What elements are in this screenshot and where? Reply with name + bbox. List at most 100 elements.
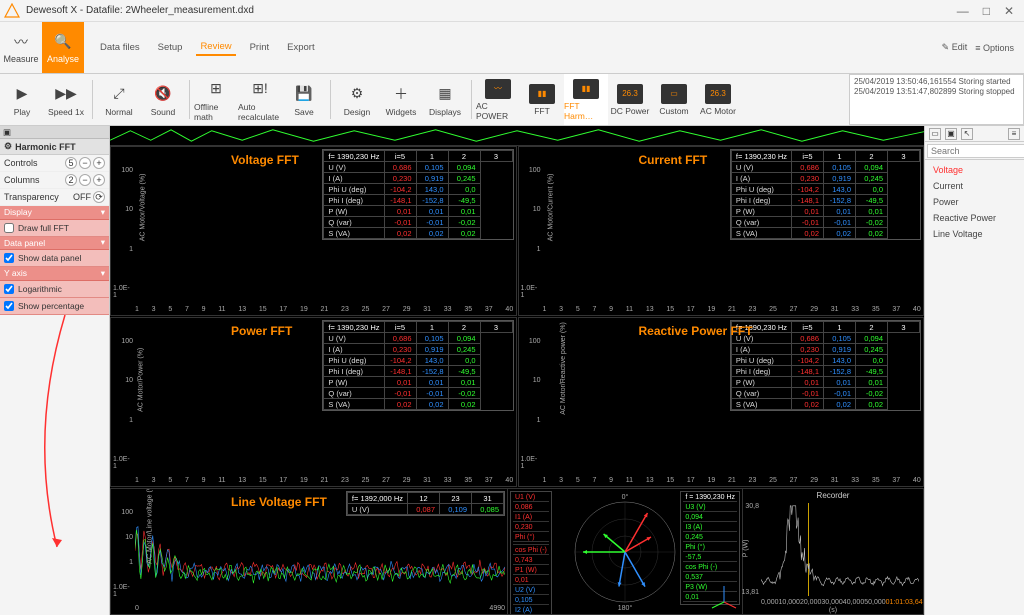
custom-label: Custom bbox=[659, 106, 688, 116]
line-voltage-fft-chart[interactable]: Line Voltage FFTf= 1392,000 Hz122331U (V… bbox=[111, 489, 508, 614]
normal-button[interactable]: ⤢Normal bbox=[97, 74, 141, 125]
design-button[interactable]: ⚙Design bbox=[335, 74, 379, 125]
widgets-label: Widgets bbox=[386, 107, 417, 117]
logarithmic-checkbox[interactable] bbox=[4, 284, 14, 294]
controls-minus[interactable]: − bbox=[79, 157, 91, 169]
save-button[interactable]: 💾 Save bbox=[282, 74, 326, 125]
show-datapanel-label: Show data panel bbox=[18, 253, 81, 263]
datapanel-section-header[interactable]: Data panel▾ bbox=[0, 237, 109, 250]
options-link[interactable]: ≡ Options bbox=[975, 43, 1014, 53]
recorder-chart[interactable]: Recorder0,00010,00020,00030,00040,00050,… bbox=[743, 489, 923, 614]
titlebar: Dewesoft X - Datafile: 2Wheeler_measurem… bbox=[0, 0, 1024, 22]
left-tab[interactable]: ▣ bbox=[0, 126, 109, 139]
draw-full-fft-checkbox[interactable] bbox=[4, 223, 14, 233]
x-axis: 04990 bbox=[135, 605, 505, 612]
bottom-row: Line Voltage FFTf= 1392,000 Hz122331U (V… bbox=[110, 488, 924, 615]
data-table: f= 1390,230 Hzi=5123U (V)0,6860,1050,094… bbox=[730, 320, 921, 411]
rtab-menu[interactable]: ≡ bbox=[1008, 128, 1020, 140]
logarithmic-row[interactable]: Logarithmic bbox=[0, 281, 109, 298]
widgets-button[interactable]: ＋Widgets bbox=[379, 74, 423, 125]
vector-left-table: U1 (V)0,086I1 (A)0,230Phi (°)cos Phi (-)… bbox=[510, 491, 552, 615]
voltage-fft-chart[interactable]: Voltage FFTf= 1390,230 Hzi=5123U (V)0,68… bbox=[110, 146, 517, 316]
data-table: f= 1390,230 Hzi=5123U (V)0,6860,1050,094… bbox=[730, 149, 921, 240]
fftharm-button[interactable]: ▮▮FFT Harm… bbox=[564, 74, 608, 125]
timeline[interactable] bbox=[110, 126, 924, 146]
show-percentage-row[interactable]: Show percentage bbox=[0, 298, 109, 315]
svg-text:180°: 180° bbox=[618, 604, 633, 612]
play-label: Play bbox=[14, 107, 31, 117]
recalc-button[interactable]: ⊞!Auto recalculate bbox=[238, 74, 282, 125]
rtab-1[interactable]: ▭ bbox=[929, 128, 941, 140]
recorder-xaxis: 0,00010,00020,00030,00040,00050,00001:01… bbox=[761, 599, 919, 606]
rtab-3[interactable]: ↖ bbox=[961, 128, 973, 140]
window-maximize[interactable]: □ bbox=[983, 4, 990, 18]
current-fft-chart[interactable]: Current FFTf= 1390,230 Hzi=5123U (V)0,68… bbox=[518, 146, 925, 316]
displays-button[interactable]: ▦Displays bbox=[423, 74, 467, 125]
y-axis: 1001011.0E-1 bbox=[521, 167, 541, 299]
y-label: AC Motor/Current (%) bbox=[547, 174, 554, 242]
sound-button[interactable]: 🔇Sound bbox=[141, 74, 185, 125]
menu-print[interactable]: Print bbox=[246, 40, 274, 55]
show-datapanel-checkbox[interactable] bbox=[4, 253, 14, 263]
save-icon: 💾 bbox=[293, 83, 315, 105]
dcpower-button[interactable]: 26.3DC Power bbox=[608, 74, 652, 125]
chart-title: Reactive Power FFT bbox=[639, 324, 753, 338]
controls-row: Controls 5−+ bbox=[0, 155, 109, 172]
data-table: f= 1392,000 Hz122331U (V)0,0870,1090,085 bbox=[346, 491, 505, 516]
columns-minus[interactable]: − bbox=[79, 174, 91, 186]
analyse-tab[interactable]: 🔍 Analyse bbox=[42, 22, 84, 73]
menu-export[interactable]: Export bbox=[283, 40, 318, 55]
fft-label: FFT bbox=[534, 106, 550, 116]
columns-plus[interactable]: + bbox=[93, 174, 105, 186]
display-section-header[interactable]: Display▾ bbox=[0, 206, 109, 219]
speed-button[interactable]: ▶▶Speed 1x bbox=[44, 74, 88, 125]
channel-reactive-power[interactable]: Reactive Power bbox=[927, 210, 1022, 226]
sound-label: Sound bbox=[151, 107, 176, 117]
acmotor-button[interactable]: 26.3AC Motor bbox=[696, 74, 740, 125]
channel-current[interactable]: Current bbox=[927, 178, 1022, 194]
reactive-fft-chart[interactable]: Reactive Power FFTf= 1390,230 Hzi=5123U … bbox=[518, 317, 925, 487]
yaxis-section-header[interactable]: Y axis▾ bbox=[0, 267, 109, 280]
menu-review[interactable]: Review bbox=[196, 39, 235, 56]
fft-icon: ▮▮ bbox=[529, 84, 555, 104]
log-message: 25/04/2019 13:51:47,802899 Storing stopp… bbox=[854, 87, 1019, 96]
logarithmic-label: Logarithmic bbox=[18, 284, 62, 294]
window-close[interactable]: ✕ bbox=[1004, 4, 1014, 18]
channel-power[interactable]: Power bbox=[927, 194, 1022, 210]
acmotor-label: AC Motor bbox=[700, 106, 736, 116]
save-label: Save bbox=[294, 107, 313, 117]
channel-voltage[interactable]: Voltage bbox=[927, 162, 1022, 178]
axes-3d-icon bbox=[710, 582, 738, 610]
controls-label: Controls bbox=[4, 158, 38, 168]
offline-button[interactable]: ⊞Offline math bbox=[194, 74, 238, 125]
channel-line-voltage[interactable]: Line Voltage bbox=[927, 226, 1022, 242]
acpower-button[interactable]: 〰AC POWER bbox=[476, 74, 520, 125]
window-minimize[interactable]: — bbox=[957, 4, 969, 18]
play-button[interactable]: ▶Play bbox=[0, 74, 44, 125]
search-input[interactable] bbox=[927, 144, 1024, 158]
measure-tab[interactable]: 〰 Measure bbox=[0, 22, 42, 73]
custom-button[interactable]: ▭Custom bbox=[652, 74, 696, 125]
transparency-toggle[interactable]: ⟳ bbox=[93, 191, 105, 203]
recorder-ylabel: P (W) bbox=[742, 539, 749, 557]
chart-title: Power FFT bbox=[231, 324, 292, 338]
main-ribbon: 〰 Measure 🔍 Analyse Data files Setup Revie… bbox=[0, 22, 1024, 74]
edit-link[interactable]: ✎ Edit bbox=[942, 42, 968, 53]
draw-full-fft-row[interactable]: Draw full FFT bbox=[0, 220, 109, 237]
search-row: 🔍 bbox=[925, 142, 1024, 160]
columns-label: Columns bbox=[4, 175, 40, 185]
vector-plot[interactable]: U1 (V)0,086I1 (A)0,230Phi (°)cos Phi (-)… bbox=[508, 489, 743, 614]
show-percentage-checkbox[interactable] bbox=[4, 301, 14, 311]
menu-data-files[interactable]: Data files bbox=[96, 40, 144, 55]
message-box: 25/04/2019 13:50:46,161554 Storing start… bbox=[849, 74, 1024, 125]
display-area: Voltage FFTf= 1390,230 Hzi=5123U (V)0,68… bbox=[110, 126, 924, 615]
rtab-2[interactable]: ▣ bbox=[945, 128, 957, 140]
show-datapanel-row[interactable]: Show data panel bbox=[0, 250, 109, 267]
recorder-xunit: (s) bbox=[743, 607, 923, 614]
fft-button[interactable]: ▮▮ FFT bbox=[520, 74, 564, 125]
y-label: AC Motor/Reactive power (%) bbox=[559, 322, 566, 415]
menu-setup[interactable]: Setup bbox=[154, 40, 187, 55]
controls-plus[interactable]: + bbox=[93, 157, 105, 169]
power-fft-chart[interactable]: Power FFTf= 1390,230 Hzi=5123U (V)0,6860… bbox=[110, 317, 517, 487]
right-tabs: ▭ ▣ ↖ ≡ bbox=[925, 126, 1024, 142]
